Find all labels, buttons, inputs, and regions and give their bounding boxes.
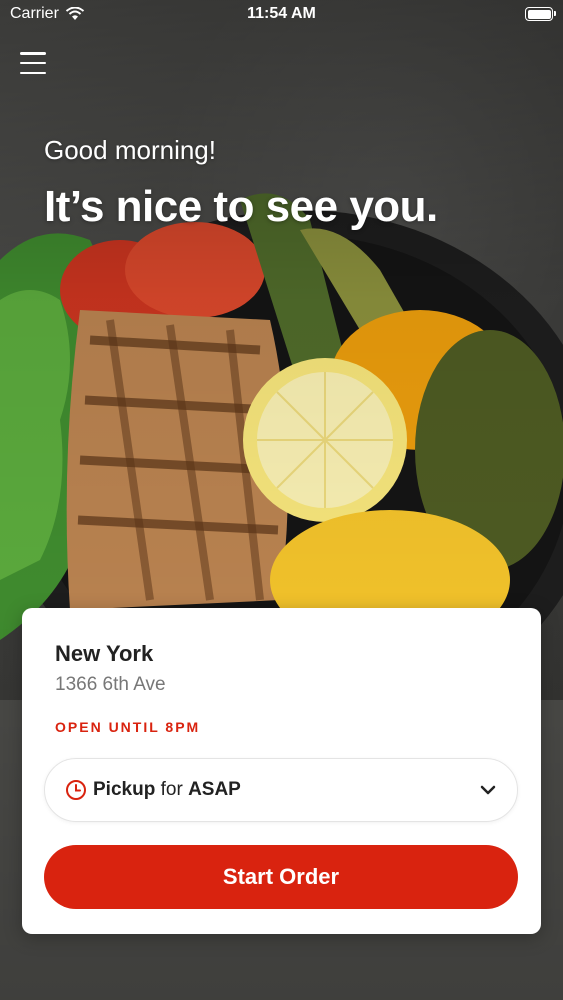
home-screen: Carrier 11:54 AM Good morning! It’s nice… [0, 0, 563, 1000]
order-mode-label: Pickup for ASAP [93, 779, 241, 801]
start-order-button[interactable]: Start Order [44, 845, 518, 909]
location-card: New York 1366 6th Ave OPEN UNTIL 8PM Pic… [22, 608, 541, 934]
clock-icon [66, 780, 86, 800]
status-time: 11:54 AM [247, 5, 316, 22]
location-address: 1366 6th Ave [55, 674, 166, 695]
menu-line [20, 71, 46, 74]
hamburger-menu-icon[interactable] [20, 52, 46, 74]
battery-icon [525, 7, 556, 21]
order-mode-type: Pickup [93, 779, 156, 800]
store-hours: OPEN UNTIL 8PM [55, 719, 201, 735]
status-bar: Carrier 11:54 AM [0, 0, 563, 30]
order-mode-time: ASAP [188, 779, 241, 800]
menu-line [20, 52, 46, 55]
order-mode-connector: for [160, 779, 183, 800]
location-name[interactable]: New York [55, 641, 153, 667]
order-mode-selector[interactable]: Pickup for ASAP [44, 758, 518, 822]
chevron-down-icon[interactable] [479, 781, 497, 799]
menu-line [20, 61, 46, 65]
greeting-text: Good morning! [44, 135, 216, 165]
headline-text: It’s nice to see you. [44, 182, 438, 231]
